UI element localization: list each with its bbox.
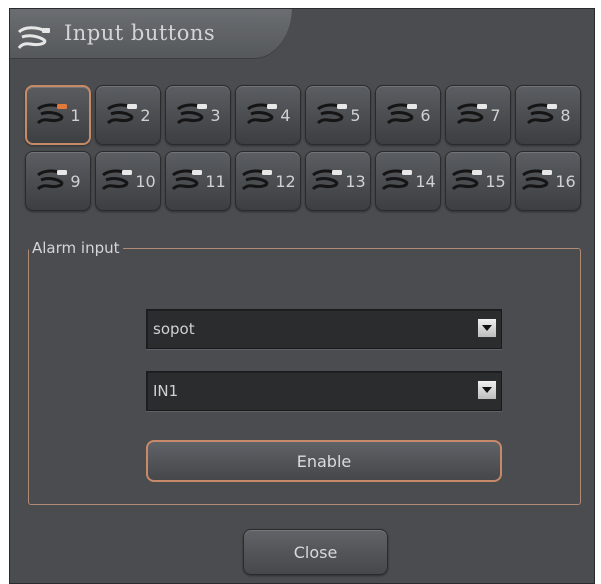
channel-button-5[interactable]: 5 <box>305 85 371 145</box>
channel-button-16[interactable]: 16 <box>515 151 581 211</box>
channel-number: 8 <box>560 105 571 125</box>
channel-number: 13 <box>345 171 366 191</box>
channel-button-3[interactable]: 3 <box>165 85 231 145</box>
channel-number: 12 <box>275 171 296 191</box>
channel-button-8[interactable]: 8 <box>515 85 581 145</box>
cable-plug-icon <box>100 167 134 195</box>
cable-plug-icon <box>455 101 489 129</box>
channel-button-9[interactable]: 9 <box>25 151 91 211</box>
channel-number: 7 <box>490 105 501 125</box>
cable-plug-icon <box>245 101 279 129</box>
cable-plug-icon <box>450 167 484 195</box>
device-select-value: sopot <box>153 320 195 338</box>
cable-plug-icon <box>35 167 69 195</box>
cable-plug-icon <box>310 167 344 195</box>
channel-number: 4 <box>280 105 291 125</box>
channel-number: 14 <box>415 171 436 191</box>
input-buttons-dialog: Input buttons 1 2 3 4 5 6 7 8 9 10 11 12 13 14 15 16 Al… <box>9 8 595 584</box>
cable-plug-icon <box>170 167 204 195</box>
dropdown-arrow-icon[interactable] <box>477 380 497 400</box>
alarm-input-group: Alarm input sopot IN1 Enable <box>28 239 581 505</box>
device-select[interactable]: sopot <box>146 309 502 349</box>
enable-button[interactable]: Enable <box>146 440 502 482</box>
cable-plug-icon <box>525 101 559 129</box>
channel-button-6[interactable]: 6 <box>375 85 441 145</box>
cable-plug-icon <box>380 167 414 195</box>
channel-button-14[interactable]: 14 <box>375 151 441 211</box>
channel-number: 9 <box>70 171 81 191</box>
channel-button-10[interactable]: 10 <box>95 151 161 211</box>
dialog-title: Input buttons <box>64 21 216 45</box>
close-button[interactable]: Close <box>243 529 388 575</box>
channel-button-1[interactable]: 1 <box>25 85 91 145</box>
cable-plug-icon <box>175 101 209 129</box>
title-tab: Input buttons <box>10 9 292 59</box>
cable-plug-icon <box>385 101 419 129</box>
channel-buttons-grid: 1 2 3 4 5 6 7 8 9 10 11 12 13 14 15 16 <box>25 85 585 211</box>
cable-plug-icon <box>105 101 139 129</box>
cable-plug-icon <box>16 24 52 50</box>
channel-number: 10 <box>135 171 156 191</box>
channel-number: 2 <box>140 105 151 125</box>
channel-button-15[interactable]: 15 <box>445 151 511 211</box>
channel-button-11[interactable]: 11 <box>165 151 231 211</box>
channel-number: 16 <box>555 171 576 191</box>
cable-plug-icon <box>35 101 69 129</box>
input-select[interactable]: IN1 <box>146 371 502 411</box>
channel-button-4[interactable]: 4 <box>235 85 301 145</box>
channel-button-13[interactable]: 13 <box>305 151 371 211</box>
channel-button-12[interactable]: 12 <box>235 151 301 211</box>
channel-button-7[interactable]: 7 <box>445 85 511 145</box>
channel-number: 6 <box>420 105 431 125</box>
alarm-input-legend: Alarm input <box>32 239 120 257</box>
channel-number: 3 <box>210 105 221 125</box>
cable-plug-icon <box>315 101 349 129</box>
cable-plug-icon <box>240 167 274 195</box>
dropdown-arrow-icon[interactable] <box>477 318 497 338</box>
channel-button-2[interactable]: 2 <box>95 85 161 145</box>
input-select-value: IN1 <box>153 382 179 400</box>
channel-number: 15 <box>485 171 506 191</box>
channel-number: 1 <box>70 105 81 125</box>
cable-plug-icon <box>520 167 554 195</box>
channel-number: 5 <box>350 105 361 125</box>
channel-number: 11 <box>205 171 226 191</box>
